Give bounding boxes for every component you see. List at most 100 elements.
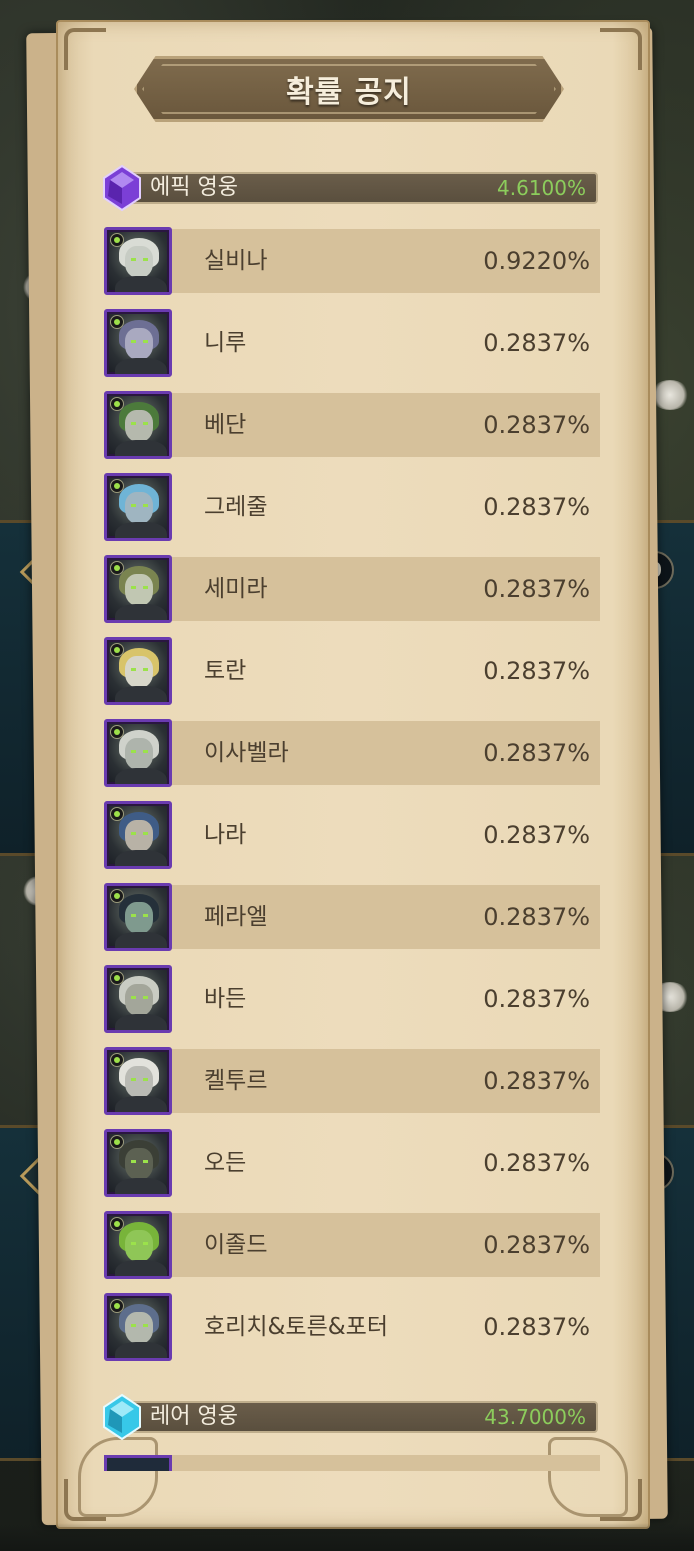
hero-portrait[interactable]	[104, 1129, 172, 1197]
portrait-eye	[143, 340, 148, 343]
faction-icon	[110, 971, 124, 985]
partial-hero-row	[104, 1455, 600, 1471]
bottom-shadow	[0, 1523, 694, 1551]
hero-name: 베단	[204, 412, 247, 438]
faction-icon	[110, 233, 124, 247]
hero-portrait[interactable]	[104, 1211, 172, 1279]
hero-portrait[interactable]	[104, 309, 172, 377]
hero-name: 페라엘	[204, 904, 268, 930]
hero-portrait[interactable]	[104, 801, 172, 869]
hero-portrait[interactable]	[104, 1047, 172, 1115]
title-banner: 확률 공지	[134, 56, 564, 122]
portrait-eye	[143, 832, 148, 835]
faction-icon	[110, 561, 124, 575]
portrait-eye	[131, 586, 136, 589]
portrait-body	[115, 1342, 167, 1358]
hero-portrait[interactable]	[104, 1293, 172, 1361]
hero-name: 이사벨라	[204, 740, 289, 766]
corner-ornament	[64, 28, 106, 70]
faction-icon	[110, 807, 124, 821]
celtic-knot-ornament	[78, 1437, 158, 1517]
hero-name: 호리치&토른&포터	[204, 1314, 388, 1340]
portrait-body	[115, 440, 167, 456]
portrait-eye	[143, 750, 148, 753]
hero-name: 실비나	[204, 248, 268, 274]
hero-name: 이졸드	[204, 1232, 268, 1258]
portrait-eye	[131, 504, 136, 507]
portrait-face	[125, 902, 153, 934]
faction-icon	[110, 479, 124, 493]
page-title: 확률 공지	[286, 75, 412, 110]
portrait-body	[115, 604, 167, 620]
portrait-body	[115, 358, 167, 374]
portrait-body	[115, 932, 167, 948]
portrait-eye	[143, 668, 148, 671]
hero-portrait[interactable]	[104, 391, 172, 459]
hero-percent: 0.2837%	[483, 657, 590, 685]
hero-name: 바든	[204, 986, 247, 1012]
portrait-body	[115, 1260, 167, 1276]
portrait-face	[125, 1066, 153, 1098]
hero-name: 오든	[204, 1150, 247, 1176]
hero-name: 나라	[204, 822, 247, 848]
portrait-eye	[131, 750, 136, 753]
hero-portrait[interactable]	[104, 473, 172, 541]
portrait-face	[125, 492, 153, 524]
hero-percent: 0.2837%	[483, 493, 590, 521]
hero-portrait[interactable]	[104, 883, 172, 951]
portrait-eye	[143, 504, 148, 507]
celtic-knot-ornament	[548, 1437, 628, 1517]
category-percent: 4.6100%	[497, 176, 586, 200]
portrait-face	[125, 246, 153, 278]
hero-portrait[interactable]	[104, 719, 172, 787]
hero-row: 오든 0.2837%	[104, 1129, 600, 1197]
portrait-face	[125, 738, 153, 770]
portrait-face	[125, 1230, 153, 1262]
hero-percent: 0.2837%	[483, 575, 590, 603]
hero-percent: 0.2837%	[483, 1067, 590, 1095]
category-label: 레어 영웅	[150, 1404, 238, 1429]
faction-icon	[110, 1135, 124, 1149]
portrait-eye	[131, 996, 136, 999]
row-band	[164, 1455, 600, 1471]
hero-name: 세미라	[204, 576, 268, 602]
hero-name: 니루	[204, 330, 247, 356]
portrait-eye	[131, 340, 136, 343]
hero-row: 베단 0.2837%	[104, 391, 600, 459]
portrait-eye	[143, 996, 148, 999]
portrait-eye	[131, 422, 136, 425]
faction-icon	[110, 1053, 124, 1067]
portrait-body	[115, 768, 167, 784]
hero-row: 세미라 0.2837%	[104, 555, 600, 623]
hero-portrait[interactable]	[104, 965, 172, 1033]
portrait-face	[125, 574, 153, 606]
category-header-epic: 에픽 영웅 4.6100%	[100, 164, 598, 212]
hero-percent: 0.9220%	[483, 247, 590, 275]
portrait-body	[115, 522, 167, 538]
hero-portrait[interactable]	[104, 227, 172, 295]
faction-icon	[110, 397, 124, 411]
portrait-body	[115, 686, 167, 702]
faction-icon	[110, 1217, 124, 1231]
hero-portrait[interactable]	[104, 555, 172, 623]
hero-name: 그레줄	[204, 494, 268, 520]
hero-row: 이사벨라 0.2837%	[104, 719, 600, 787]
hero-name: 토란	[204, 658, 247, 684]
portrait-face	[125, 1312, 153, 1344]
purple-gem-icon	[103, 164, 141, 212]
category-header-rare: 레어 영웅 43.7000%	[100, 1393, 598, 1441]
portrait-eye	[143, 914, 148, 917]
portrait-face	[125, 410, 153, 442]
hero-row: 켈투르 0.2837%	[104, 1047, 600, 1115]
faction-icon	[110, 889, 124, 903]
hero-portrait[interactable]	[104, 637, 172, 705]
portrait-face	[125, 1148, 153, 1180]
faction-icon	[110, 1299, 124, 1313]
portrait-face	[125, 820, 153, 852]
faction-icon	[110, 315, 124, 329]
hero-row: 이졸드 0.2837%	[104, 1211, 600, 1279]
portrait-eye	[131, 258, 136, 261]
portrait-eye	[131, 1160, 136, 1163]
hero-portrait	[104, 1455, 172, 1471]
hero-row: 나라 0.2837%	[104, 801, 600, 869]
